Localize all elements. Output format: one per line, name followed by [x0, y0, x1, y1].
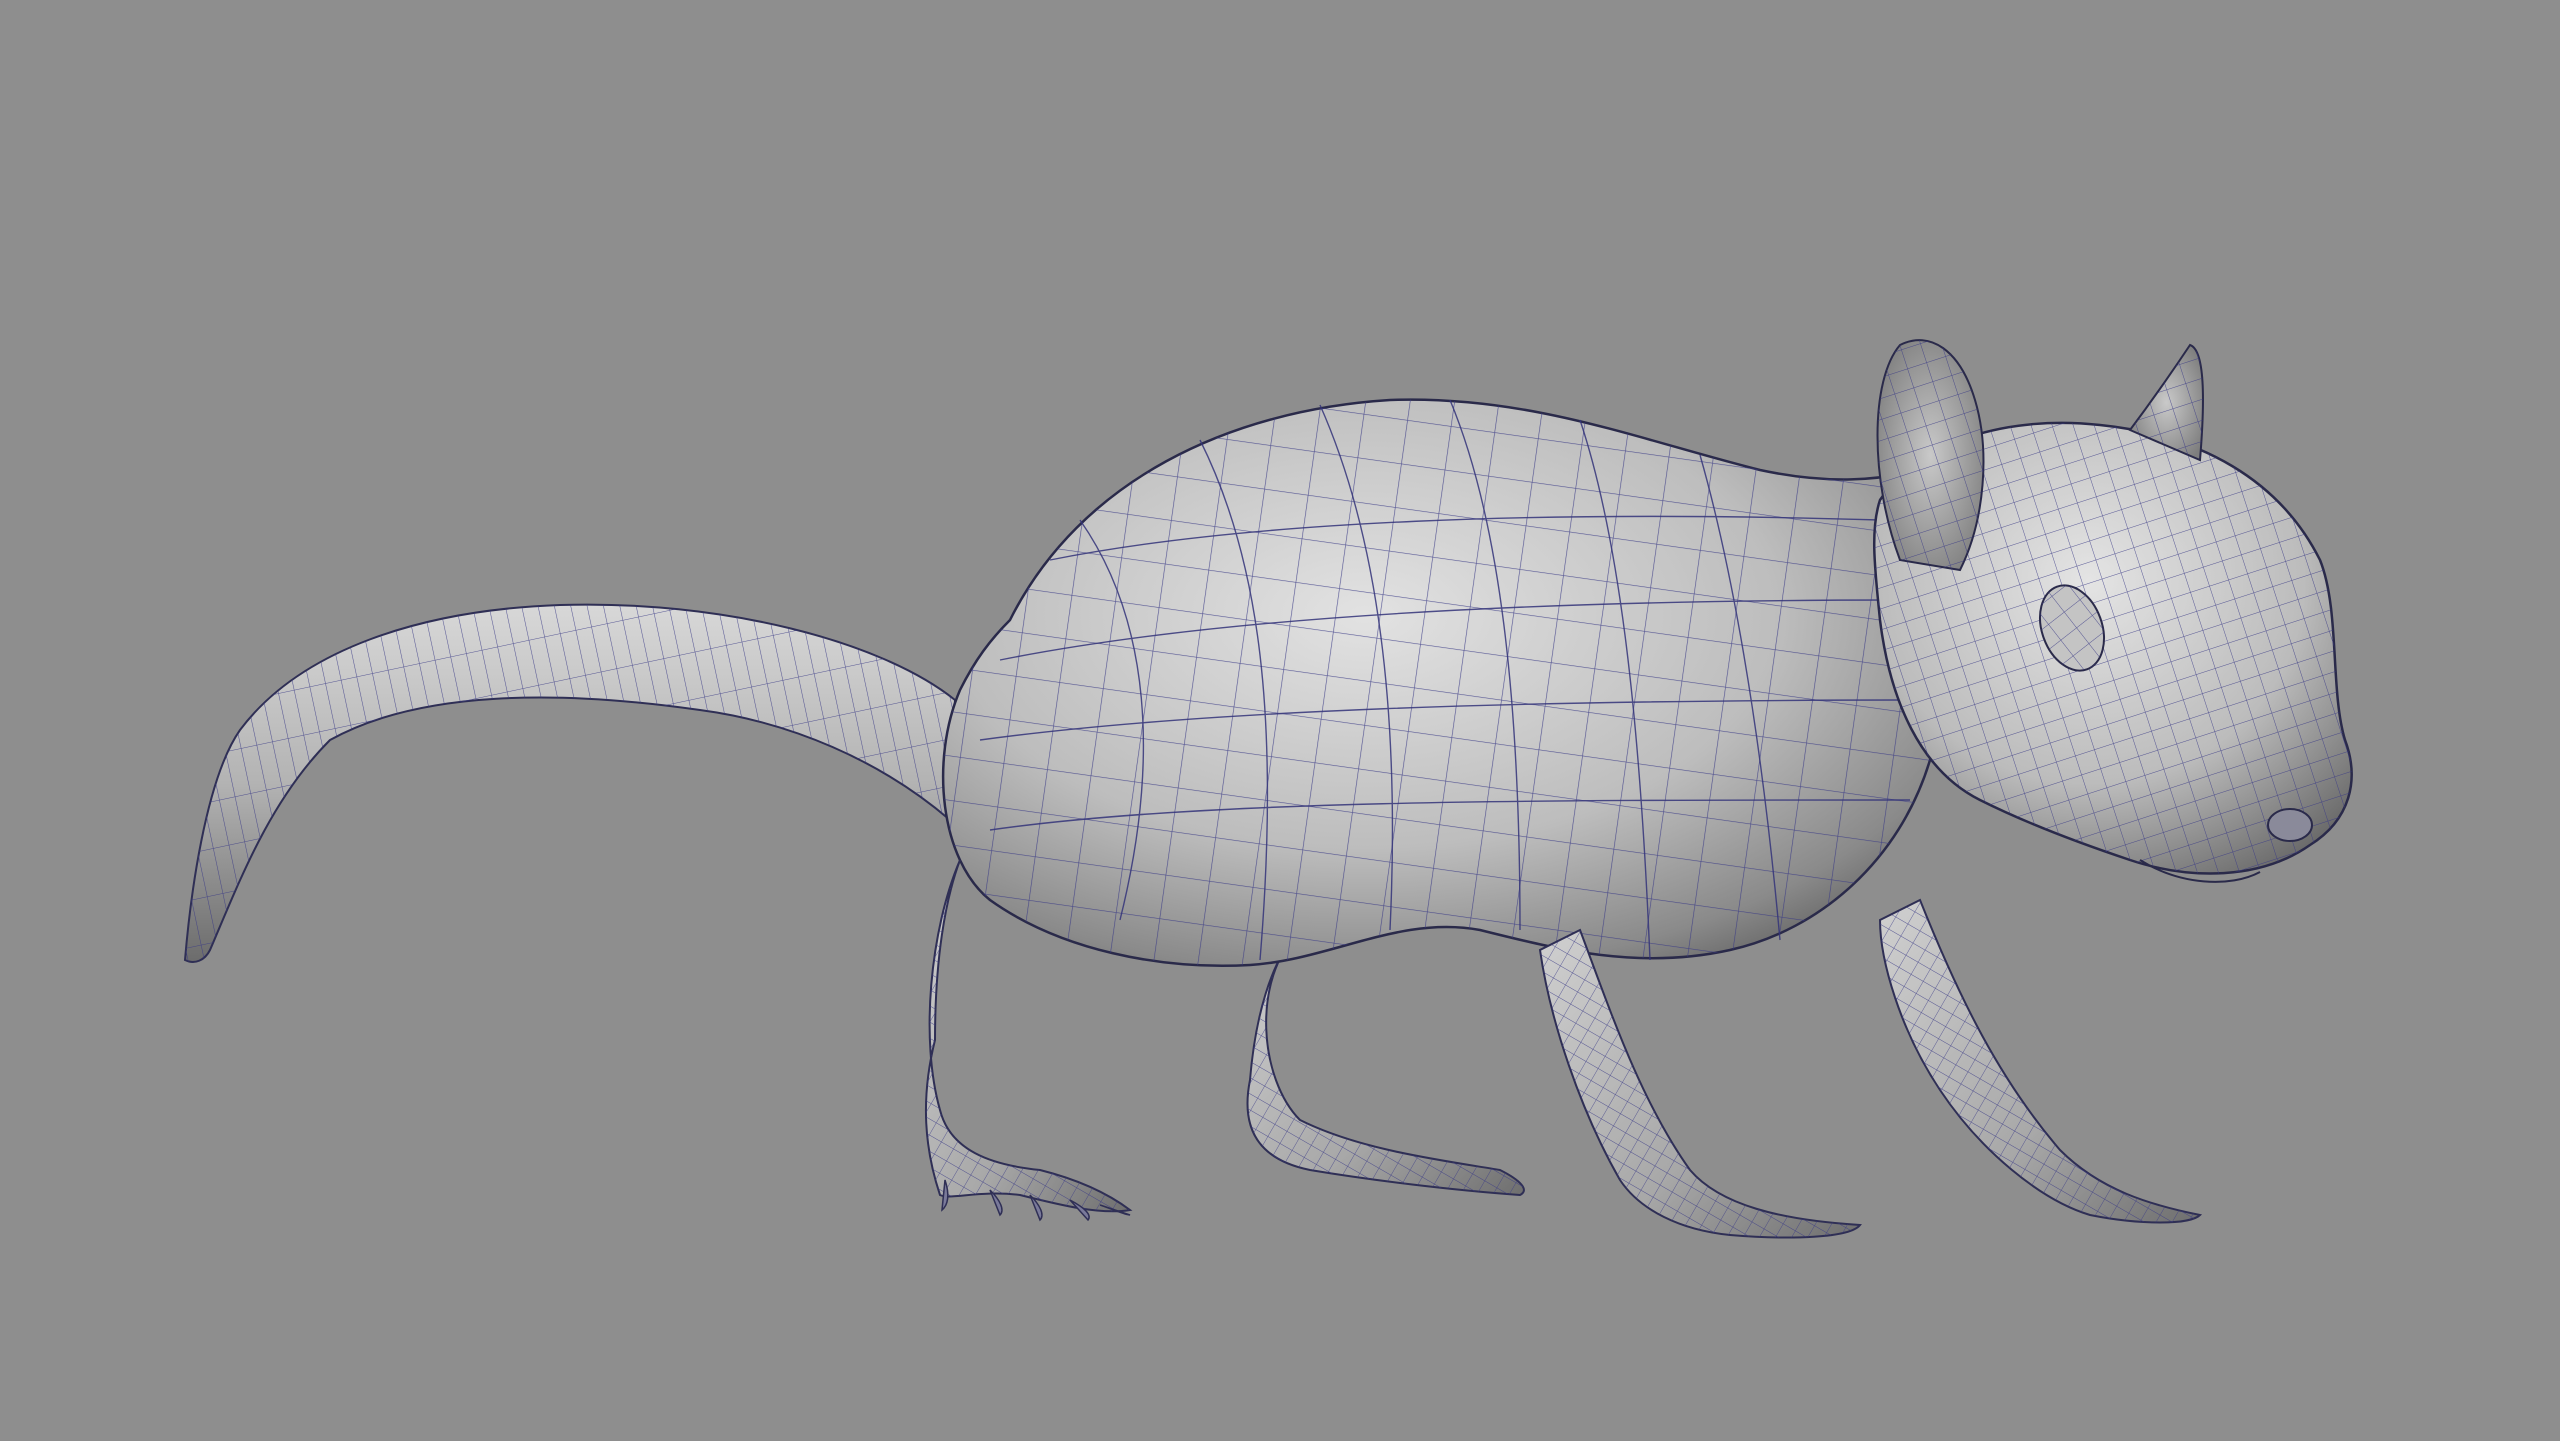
rat-nose[interactable]: [2267, 808, 2313, 842]
rat-tail[interactable]: [183, 603, 957, 963]
viewport-scene[interactable]: [0, 0, 2560, 1441]
rat-far-front-leg[interactable]: [1878, 898, 2203, 1224]
rat-near-ear[interactable]: [1876, 339, 1985, 572]
3d-viewport[interactable]: [0, 0, 2560, 1441]
rat-far-hind-leg[interactable]: [1246, 929, 1525, 1197]
rat-near-front-leg[interactable]: [1538, 928, 1862, 1239]
rat-body[interactable]: [941, 398, 1949, 967]
